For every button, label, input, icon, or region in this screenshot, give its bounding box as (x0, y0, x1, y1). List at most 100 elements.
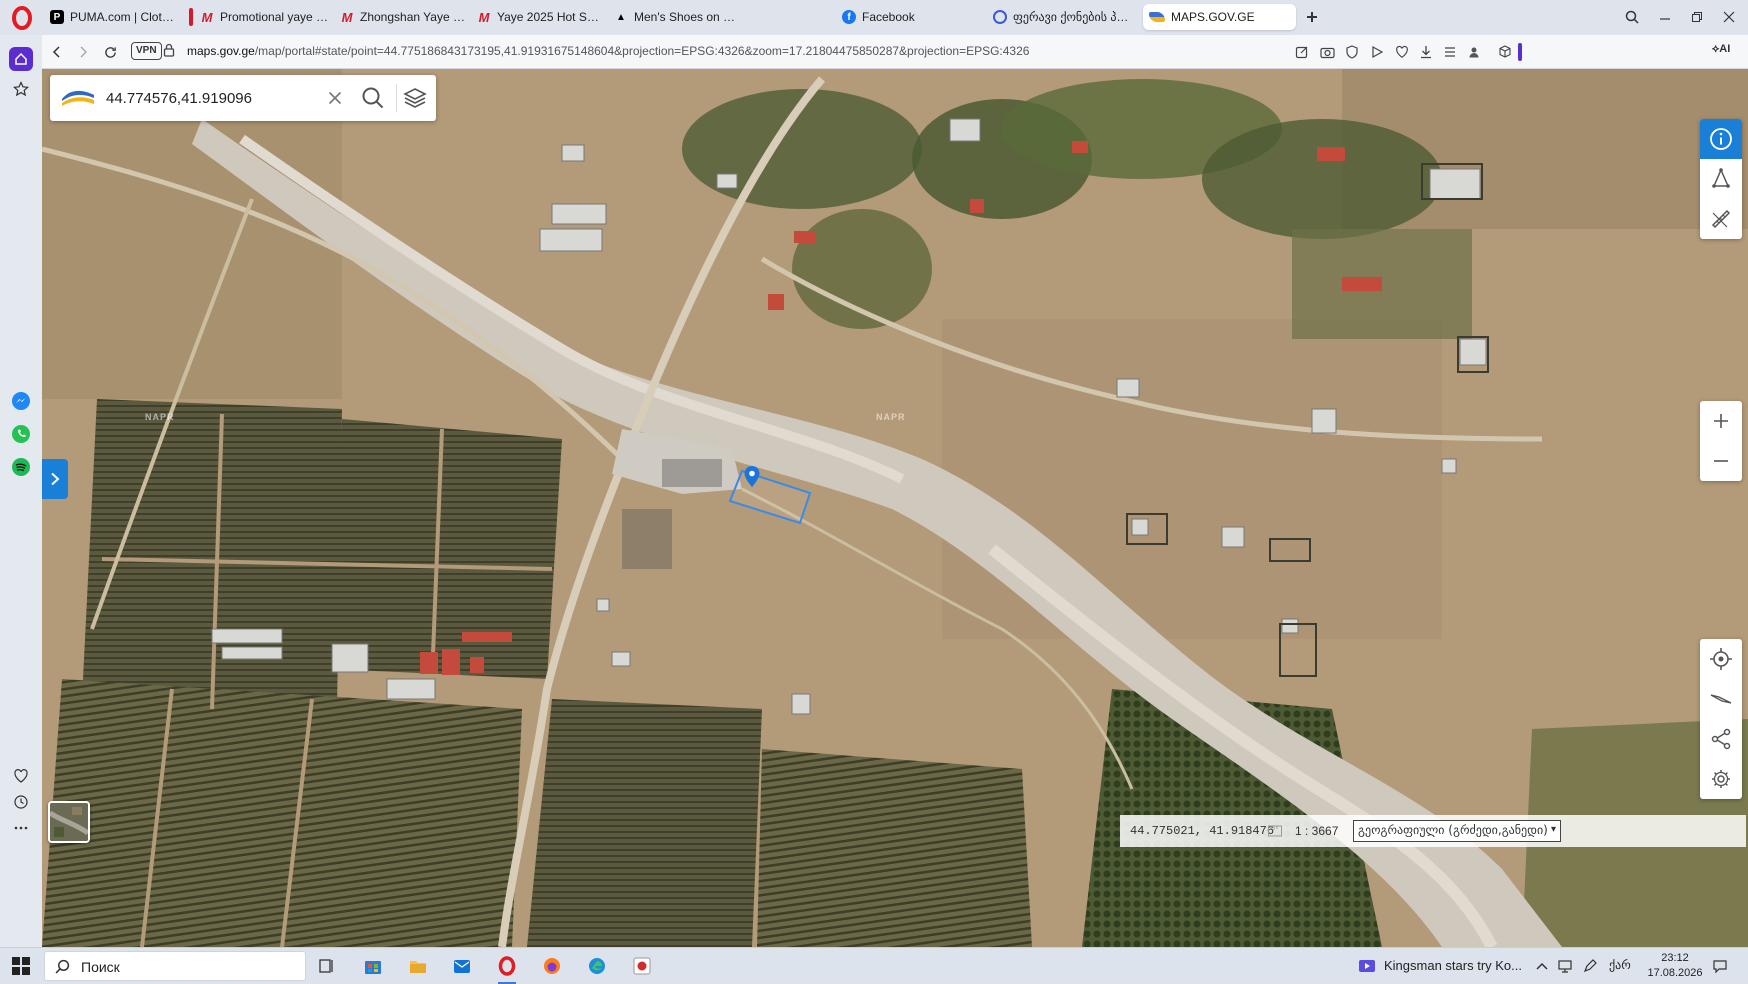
scale-ruler-icon[interactable] (1267, 823, 1283, 839)
sidebar-favorites-button[interactable] (9, 764, 33, 788)
route-button[interactable] (1700, 679, 1742, 719)
lock-icon[interactable] (163, 43, 175, 57)
user-icon (1469, 47, 1479, 58)
location-pin-icon[interactable] (744, 466, 760, 488)
close-window-button[interactable] (1716, 6, 1742, 28)
edge-icon (589, 958, 605, 974)
player-button[interactable] (1367, 42, 1387, 62)
search-button[interactable] (359, 84, 387, 112)
task-view-button[interactable] (314, 953, 340, 979)
chevron-right-icon (51, 472, 60, 486)
yaye-favicon-icon: M (201, 9, 213, 25)
reload-button[interactable] (99, 41, 121, 63)
aria-ai-button[interactable]: ⟡AI (1712, 43, 1730, 56)
info-icon (1710, 128, 1732, 150)
polygon-measure-icon (1712, 168, 1730, 188)
forward-button[interactable] (72, 41, 94, 63)
input-language-indicator[interactable]: ქარ (1609, 958, 1631, 972)
sidebar-indicator (1518, 43, 1522, 61)
cursor-coordinates: 44.775021, 41.918476 (1130, 824, 1275, 838)
napr-watermark: NAPR (876, 412, 906, 422)
layers-button[interactable] (396, 84, 432, 112)
edit-page-button[interactable] (1292, 42, 1312, 62)
facebook-favicon-icon: f (842, 10, 856, 24)
snapshot-button[interactable] (1317, 42, 1337, 62)
tray-overflow-button[interactable] (1532, 953, 1552, 979)
zoom-controls (1700, 401, 1742, 481)
arrow-right-icon (80, 46, 88, 58)
taskbar-mail-app[interactable] (449, 953, 475, 979)
crosshair-icon (1710, 648, 1732, 670)
minimize-button[interactable] (1652, 6, 1678, 28)
taskbar-firefox-app[interactable] (539, 953, 565, 979)
tab-property-portal[interactable]: ფერავი ქონების პორტ (987, 4, 1137, 30)
taskbar-store-app[interactable] (360, 953, 386, 979)
side-panel-toggle-button[interactable] (42, 459, 68, 499)
app-icon (633, 957, 651, 975)
clock-icon (14, 795, 28, 809)
napr-logo-icon[interactable] (60, 87, 96, 109)
tab-yaye-hot-sell[interactable]: M Yaye 2025 Hot Sell 400W/ (471, 4, 609, 30)
task-view-icon (319, 959, 333, 973)
easy-setup-button[interactable] (1440, 42, 1460, 62)
clock-date: 17.08.2026 (1647, 967, 1703, 979)
projection-select[interactable]: გეოგრაფიული (გრძედი,განედი) ▾ (1353, 820, 1561, 842)
profile-button[interactable] (1464, 42, 1484, 62)
share-button[interactable] (1700, 719, 1742, 759)
sidebar-bookmarks-button[interactable] (9, 77, 33, 101)
sidebar-more-button[interactable] (9, 816, 33, 840)
sidebar-messenger-button[interactable] (9, 389, 33, 413)
tab-facebook[interactable]: f Facebook (836, 4, 956, 30)
sidebar-spotify-button[interactable] (9, 455, 33, 479)
taskbar-app-extra[interactable] (629, 953, 655, 979)
downloads-button[interactable] (1416, 42, 1436, 62)
tab-search-button[interactable] (1619, 6, 1645, 28)
extensions-button[interactable] (1495, 42, 1515, 62)
sidebar-home-button[interactable] (9, 47, 33, 71)
adblock-button[interactable] (1342, 42, 1362, 62)
info-tool-button[interactable] (1700, 119, 1742, 159)
notifications-button[interactable] (1708, 953, 1732, 979)
tray-pen-icon[interactable] (1580, 953, 1600, 979)
tab-puma[interactable]: P PUMA.com | Clothing, Sho (44, 4, 182, 30)
taskbar-search-box[interactable]: Поиск (44, 951, 306, 981)
gear-icon (1712, 770, 1730, 788)
opera-logo-icon[interactable] (10, 6, 34, 30)
url-field[interactable]: maps.gov.ge/map/portal#state/point=44.77… (187, 44, 1029, 58)
map-canvas[interactable]: NAPR NAPR 44.774576,41.919096 44.775021,… (42, 69, 1748, 947)
coordinate-search-input[interactable] (106, 87, 306, 109)
measure-distance-button[interactable] (1700, 199, 1742, 239)
taskbar-edge-app[interactable] (584, 953, 610, 979)
route-icon (1710, 694, 1732, 704)
back-button[interactable] (46, 41, 68, 63)
tab-adidas[interactable]: ▲ Men's Shoes on Sale | adi (608, 4, 748, 30)
url-path: /map/portal#state/point=44.7751868431731… (254, 44, 1030, 58)
windows-start-button[interactable] (12, 957, 30, 975)
bookmark-page-button[interactable] (1392, 42, 1412, 62)
sidebar-history-button[interactable] (9, 790, 33, 814)
measure-area-button[interactable] (1700, 159, 1742, 199)
tray-network-icon[interactable] (1555, 953, 1575, 979)
news-widget-icon (1359, 960, 1375, 972)
sidebar-whatsapp-button[interactable] (9, 422, 33, 446)
plus-icon (1307, 12, 1317, 22)
minimize-icon (1660, 18, 1670, 20)
zoom-in-button[interactable] (1700, 401, 1742, 441)
clear-search-button[interactable] (321, 84, 349, 112)
taskbar-opera-app[interactable] (494, 953, 520, 984)
tab-zhongshan-yaye[interactable]: M Zhongshan Yaye Lighting (334, 4, 472, 30)
vpn-badge[interactable]: VPN (131, 42, 162, 60)
taskbar-clock[interactable]: 23:12 17.08.2026 (1646, 951, 1704, 981)
tab-maps-gov-ge[interactable]: MAPS.GOV.GE (1143, 4, 1296, 30)
new-tab-button[interactable] (1299, 6, 1325, 28)
restore-button[interactable] (1684, 6, 1710, 28)
pencil-icon (1295, 46, 1308, 59)
tab-promotional-yaye[interactable]: M Promotional yaye lighting (194, 4, 336, 30)
settings-button[interactable] (1700, 759, 1742, 799)
zoom-out-button[interactable] (1700, 441, 1742, 481)
basemap-switcher-thumbnail[interactable] (48, 801, 90, 843)
taskbar-explorer-app[interactable] (405, 953, 431, 979)
search-icon (55, 959, 70, 974)
yaye-favicon-icon: M (478, 9, 490, 25)
my-location-button[interactable] (1700, 639, 1742, 679)
